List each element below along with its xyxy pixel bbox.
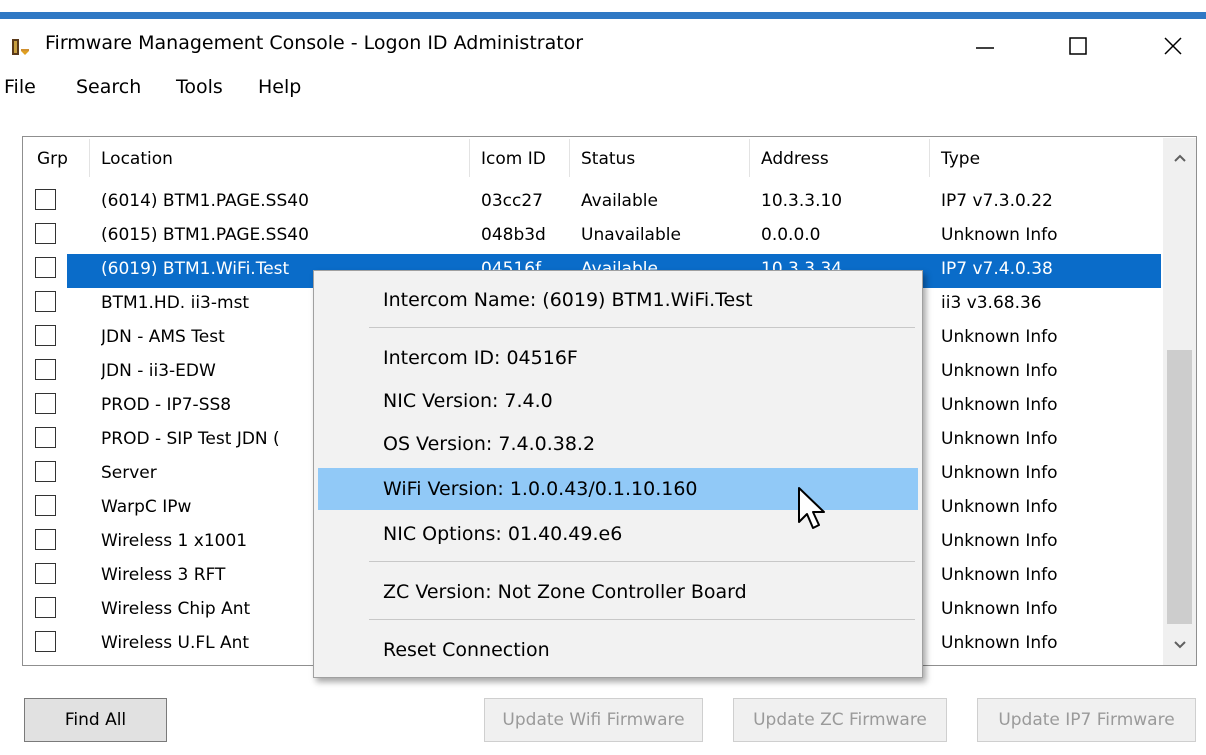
cell-address: 10.3.3.10 — [761, 191, 843, 211]
group-checkbox[interactable] — [35, 393, 56, 414]
maximize-icon — [1069, 37, 1087, 55]
menu-help[interactable]: Help — [258, 76, 301, 98]
group-checkbox[interactable] — [35, 359, 56, 380]
cell-address: 0.0.0.0 — [761, 225, 821, 245]
cell-icom-id: 048b3d — [481, 225, 546, 245]
cell-type: Unknown Info — [941, 565, 1058, 585]
context-item-label: ZC Version: Not Zone Controller Board — [383, 581, 747, 603]
maximize-button[interactable] — [1055, 26, 1101, 66]
group-checkbox[interactable] — [35, 597, 56, 618]
group-checkbox[interactable] — [35, 427, 56, 448]
context-item-label: Intercom ID: 04516F — [383, 347, 578, 369]
cell-status: Available — [581, 191, 658, 211]
context-item-label: Intercom Name: (6019) BTM1.WiFi.Test — [383, 289, 753, 311]
column-header-icom-id[interactable]: Icom ID — [481, 149, 546, 169]
window-accent-bar — [0, 12, 1206, 19]
column-divider[interactable] — [469, 139, 470, 177]
update-ip7-firmware-button[interactable]: Update IP7 Firmware — [977, 698, 1196, 742]
menu-separator — [369, 619, 915, 620]
cell-location: (6015) BTM1.PAGE.SS40 — [101, 225, 309, 245]
cell-type: IP7 v7.4.0.38 — [941, 259, 1053, 279]
menu-separator — [369, 561, 915, 562]
column-divider[interactable] — [569, 139, 570, 177]
cell-type: Unknown Info — [941, 599, 1058, 619]
scroll-up-button[interactable] — [1163, 138, 1196, 178]
table-row[interactable]: (6015) BTM1.PAGE.SS40 048b3d Unavailable 0.… — [23, 220, 1163, 254]
menu-file[interactable]: File — [4, 76, 36, 98]
table-row[interactable]: (6014) BTM1.PAGE.SS40 03cc27 Available 10.3… — [23, 186, 1163, 220]
column-header-address[interactable]: Address — [761, 149, 829, 169]
cell-status: Unavailable — [581, 225, 681, 245]
column-header-location[interactable]: Location — [101, 149, 173, 169]
group-checkbox[interactable] — [35, 257, 56, 278]
context-item-label: WiFi Version: 1.0.0.43/0.1.10.160 — [383, 478, 698, 500]
group-checkbox[interactable] — [35, 291, 56, 312]
close-icon — [1164, 37, 1182, 55]
column-divider[interactable] — [89, 139, 90, 177]
cell-type: Unknown Info — [941, 361, 1058, 381]
chevron-up-icon — [1173, 154, 1186, 162]
chevron-down-icon — [1173, 641, 1186, 649]
cell-type: Unknown Info — [941, 463, 1058, 483]
column-divider[interactable] — [749, 139, 750, 177]
context-item-intercom-name[interactable]: Intercom Name: (6019) BTM1.WiFi.Test — [318, 279, 918, 321]
cell-type: Unknown Info — [941, 531, 1058, 551]
vertical-scrollbar[interactable] — [1163, 138, 1196, 665]
close-button[interactable] — [1150, 26, 1196, 66]
group-checkbox[interactable] — [35, 631, 56, 652]
context-item-reset-connection[interactable]: Reset Connection — [318, 629, 918, 671]
app-icon — [12, 39, 29, 55]
find-all-button[interactable]: Find All — [24, 698, 167, 742]
context-item-intercom-id[interactable]: Intercom ID: 04516F — [318, 337, 918, 379]
cell-icom-id: 03cc27 — [481, 191, 543, 211]
context-item-label: Reset Connection — [383, 639, 550, 661]
context-item-nic-version[interactable]: NIC Version: 7.4.0 — [318, 380, 918, 422]
scroll-down-button[interactable] — [1163, 625, 1196, 665]
cell-type: Unknown Info — [941, 225, 1058, 245]
intercom-context-menu: Intercom Name: (6019) BTM1.WiFi.Test Int… — [313, 270, 923, 678]
cell-type: IP7 v7.3.0.22 — [941, 191, 1053, 211]
group-checkbox[interactable] — [35, 563, 56, 584]
group-checkbox[interactable] — [35, 189, 56, 210]
menu-separator — [369, 327, 915, 328]
menu-tools[interactable]: Tools — [176, 76, 223, 98]
minimize-icon — [976, 47, 994, 49]
cell-type: Unknown Info — [941, 497, 1058, 517]
context-item-label: NIC Options: 01.40.49.e6 — [383, 523, 623, 545]
menu-search[interactable]: Search — [76, 76, 141, 98]
cell-type: Unknown Info — [941, 395, 1058, 415]
context-item-label: NIC Version: 7.4.0 — [383, 390, 553, 412]
group-checkbox[interactable] — [35, 529, 56, 550]
column-header-status[interactable]: Status — [581, 149, 635, 169]
window-title: Firmware Management Console - Logon ID A… — [45, 32, 584, 54]
scroll-thumb[interactable] — [1167, 350, 1192, 624]
cell-type: Unknown Info — [941, 327, 1058, 347]
cell-type: Unknown Info — [941, 429, 1058, 449]
column-divider[interactable] — [929, 139, 930, 177]
cell-location: (6014) BTM1.PAGE.SS40 — [101, 191, 309, 211]
group-checkbox[interactable] — [35, 223, 56, 244]
group-checkbox[interactable] — [35, 461, 56, 482]
context-item-zc-version[interactable]: ZC Version: Not Zone Controller Board — [318, 571, 918, 613]
update-wifi-firmware-button[interactable]: Update Wifi Firmware — [484, 698, 703, 742]
context-item-label: OS Version: 7.4.0.38.2 — [383, 433, 596, 455]
update-zc-firmware-button[interactable]: Update ZC Firmware — [733, 698, 947, 742]
column-header-grp[interactable]: Grp — [37, 149, 68, 169]
menu-bar: File Search Tools Help — [0, 76, 1206, 106]
mouse-pointer-icon — [798, 487, 825, 529]
minimize-button[interactable] — [962, 26, 1008, 66]
context-item-os-version[interactable]: OS Version: 7.4.0.38.2 — [318, 423, 918, 465]
group-checkbox[interactable] — [35, 495, 56, 516]
column-header-type[interactable]: Type — [941, 149, 980, 169]
group-checkbox[interactable] — [35, 325, 56, 346]
cell-type: Unknown Info — [941, 633, 1058, 653]
cell-type: ii3 v3.68.36 — [941, 293, 1042, 313]
